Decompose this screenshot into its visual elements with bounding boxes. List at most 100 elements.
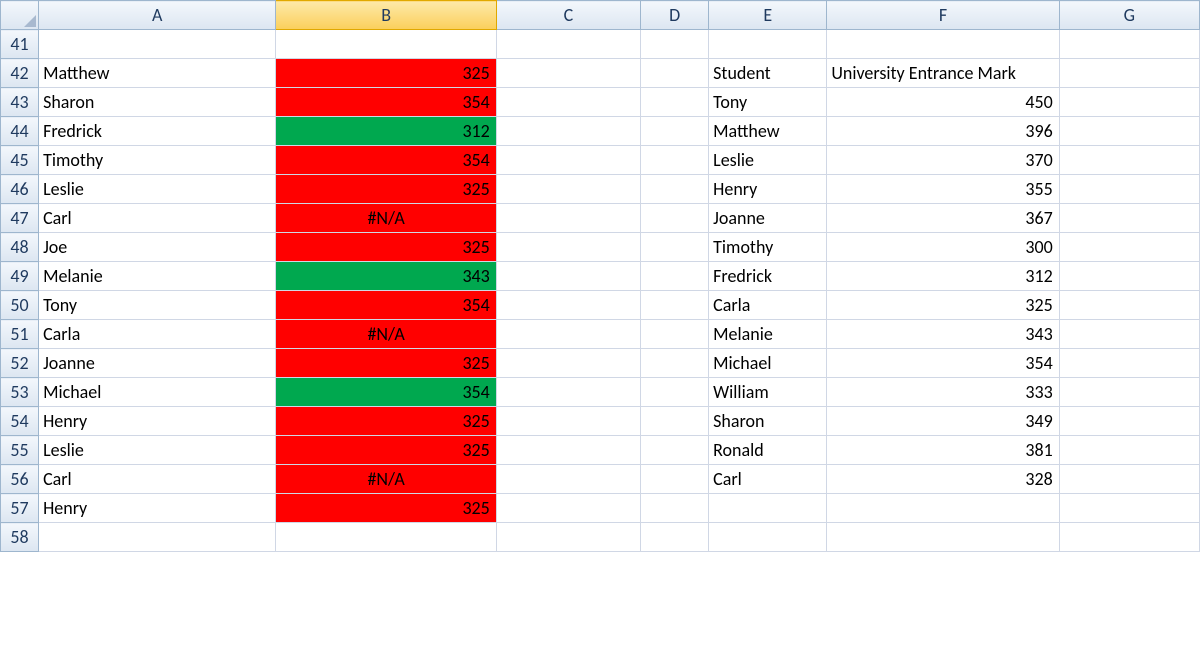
cell[interactable] xyxy=(1059,262,1199,291)
cell[interactable]: 325 xyxy=(276,494,496,523)
cell[interactable]: 328 xyxy=(827,465,1059,494)
row-header[interactable]: 52 xyxy=(1,349,39,378)
cell[interactable]: Timothy xyxy=(39,146,276,175)
cell[interactable] xyxy=(709,30,827,59)
spreadsheet-grid[interactable]: A B C D E F G 41 42Matthew325StudentUniv… xyxy=(0,0,1200,552)
row-header[interactable]: 51 xyxy=(1,320,39,349)
cell[interactable]: Ronald xyxy=(709,436,827,465)
cell[interactable] xyxy=(1059,204,1199,233)
cell[interactable]: Carl xyxy=(709,465,827,494)
cell[interactable]: 343 xyxy=(276,262,496,291)
cell[interactable] xyxy=(496,320,640,349)
cell[interactable]: Student xyxy=(709,59,827,88)
cell[interactable]: 354 xyxy=(276,378,496,407)
cell[interactable]: Carla xyxy=(39,320,276,349)
row-header[interactable]: 49 xyxy=(1,262,39,291)
cell[interactable] xyxy=(1059,436,1199,465)
cell[interactable] xyxy=(709,523,827,552)
cell[interactable]: 343 xyxy=(827,320,1059,349)
cell[interactable] xyxy=(496,465,640,494)
cell[interactable] xyxy=(1059,233,1199,262)
cell[interactable]: 354 xyxy=(827,349,1059,378)
cell[interactable]: Melanie xyxy=(709,320,827,349)
cell[interactable] xyxy=(496,407,640,436)
cell[interactable] xyxy=(641,378,709,407)
cell[interactable]: 325 xyxy=(276,436,496,465)
row-header[interactable]: 58 xyxy=(1,523,39,552)
cell[interactable] xyxy=(641,88,709,117)
cell[interactable]: 370 xyxy=(827,146,1059,175)
cell[interactable]: Leslie xyxy=(709,146,827,175)
cell[interactable] xyxy=(496,494,640,523)
row-header[interactable]: 46 xyxy=(1,175,39,204)
cell[interactable] xyxy=(641,175,709,204)
row-header[interactable]: 44 xyxy=(1,117,39,146)
cell[interactable]: 354 xyxy=(276,88,496,117)
cell[interactable] xyxy=(641,523,709,552)
cell[interactable]: 333 xyxy=(827,378,1059,407)
cell[interactable] xyxy=(641,291,709,320)
cell[interactable] xyxy=(827,30,1059,59)
cell[interactable] xyxy=(641,320,709,349)
cell[interactable] xyxy=(1059,465,1199,494)
cell[interactable] xyxy=(496,262,640,291)
cell[interactable] xyxy=(496,233,640,262)
row-header[interactable]: 41 xyxy=(1,30,39,59)
row-header[interactable]: 53 xyxy=(1,378,39,407)
col-header-D[interactable]: D xyxy=(641,1,709,30)
cell[interactable] xyxy=(641,349,709,378)
cell[interactable] xyxy=(1059,349,1199,378)
col-header-G[interactable]: G xyxy=(1059,1,1199,30)
cell[interactable] xyxy=(641,233,709,262)
cell[interactable] xyxy=(1059,494,1199,523)
cell[interactable]: 381 xyxy=(827,436,1059,465)
cell[interactable]: Fredrick xyxy=(39,117,276,146)
cell[interactable]: 325 xyxy=(276,175,496,204)
cell[interactable] xyxy=(1059,117,1199,146)
cell[interactable]: Carl xyxy=(39,204,276,233)
cell[interactable] xyxy=(641,117,709,146)
cell[interactable] xyxy=(496,146,640,175)
cell[interactable]: 325 xyxy=(827,291,1059,320)
cell[interactable] xyxy=(827,523,1059,552)
cell[interactable] xyxy=(276,523,496,552)
cell[interactable] xyxy=(1059,320,1199,349)
cell[interactable]: 300 xyxy=(827,233,1059,262)
cell[interactable]: 354 xyxy=(276,291,496,320)
cell[interactable] xyxy=(1059,523,1199,552)
cell[interactable] xyxy=(1059,407,1199,436)
cell[interactable]: 325 xyxy=(276,349,496,378)
row-header[interactable]: 56 xyxy=(1,465,39,494)
cell[interactable]: University Entrance Mark xyxy=(827,59,1059,88)
cell[interactable] xyxy=(496,204,640,233)
cell[interactable]: Henry xyxy=(709,175,827,204)
cell[interactable] xyxy=(641,59,709,88)
cell[interactable]: Fredrick xyxy=(709,262,827,291)
col-header-F[interactable]: F xyxy=(827,1,1059,30)
cell[interactable] xyxy=(276,30,496,59)
cell[interactable]: Matthew xyxy=(709,117,827,146)
row-header[interactable]: 54 xyxy=(1,407,39,436)
cell[interactable] xyxy=(496,436,640,465)
row-header[interactable]: 50 xyxy=(1,291,39,320)
cell[interactable]: 325 xyxy=(276,59,496,88)
cell[interactable]: 349 xyxy=(827,407,1059,436)
cell[interactable]: Tony xyxy=(39,291,276,320)
cell[interactable]: Henry xyxy=(39,407,276,436)
cell[interactable] xyxy=(641,262,709,291)
cell[interactable]: 450 xyxy=(827,88,1059,117)
cell[interactable]: #N/A xyxy=(276,320,496,349)
cell[interactable] xyxy=(496,291,640,320)
cell[interactable]: 396 xyxy=(827,117,1059,146)
row-header[interactable]: 45 xyxy=(1,146,39,175)
cell[interactable] xyxy=(496,378,640,407)
cell[interactable]: 355 xyxy=(827,175,1059,204)
col-header-C[interactable]: C xyxy=(496,1,640,30)
cell[interactable]: Timothy xyxy=(709,233,827,262)
cell[interactable]: Tony xyxy=(709,88,827,117)
cell[interactable]: #N/A xyxy=(276,465,496,494)
cell[interactable] xyxy=(641,494,709,523)
cell[interactable] xyxy=(709,494,827,523)
cell[interactable] xyxy=(1059,30,1199,59)
cell[interactable]: Carla xyxy=(709,291,827,320)
